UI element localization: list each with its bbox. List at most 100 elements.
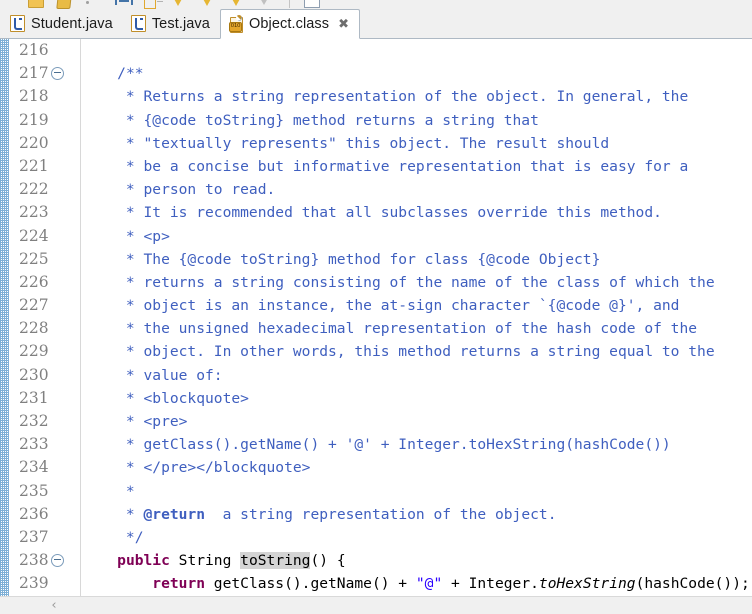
code-line[interactable]: * It is recommended that all subclasses … xyxy=(82,201,752,224)
code-token-cmt: */ xyxy=(82,528,144,546)
code-line[interactable]: public String toString() { xyxy=(82,549,752,572)
code-line-text: * person to read. xyxy=(82,181,275,198)
code-line[interactable]: * "textually represents" this object. Th… xyxy=(82,132,752,155)
open-folder-icon[interactable] xyxy=(28,0,44,8)
line-number-value: 222 xyxy=(19,180,49,199)
code-line[interactable]: return getClass().getName() + "@" + Inte… xyxy=(82,572,752,595)
scroll-left-arrow-icon[interactable]: ‹ xyxy=(48,599,60,612)
code-line[interactable]: * object is an instance, the at-sign cha… xyxy=(82,294,752,317)
code-line-text: * Returns a string representation of the… xyxy=(82,88,688,105)
code-token-cmt: * object is an instance, the at-sign cha… xyxy=(82,297,680,315)
code-line[interactable] xyxy=(82,39,752,62)
line-number-value: 234 xyxy=(19,458,49,477)
coverage-arrow-icon[interactable] xyxy=(231,0,246,8)
editor-tab-object-class[interactable]: 010 Object.class ✖ xyxy=(219,9,361,39)
code-line-text: * xyxy=(82,483,135,500)
code-line[interactable]: * object. In other words, this method re… xyxy=(82,340,752,363)
code-token-plain: String xyxy=(169,552,241,570)
code-line-text: * "textually represents" this object. Th… xyxy=(82,135,609,152)
editor-tab-bar: Student.java Test.java 010 Object.class ✖ xyxy=(0,9,752,39)
code-line[interactable]: */ xyxy=(82,526,752,549)
class-file-icon: 010 xyxy=(228,14,243,33)
code-token-plain: getClass().getName() + xyxy=(205,575,416,593)
code-line[interactable]: * <blockquote> xyxy=(82,387,752,410)
code-line[interactable]: * be a concise but informative represent… xyxy=(82,155,752,178)
line-number: 218 xyxy=(9,85,80,108)
line-number: 226 xyxy=(9,271,80,294)
eclipse-editor-window: Student.java Test.java 010 Object.class ✖ 21… xyxy=(0,0,752,614)
code-token-ital: toHexString xyxy=(538,575,636,593)
code-line[interactable]: * {@code toString} method returns a stri… xyxy=(82,109,752,132)
code-line-text: * @return a string representation of the… xyxy=(82,506,557,523)
dot-icon xyxy=(86,0,101,8)
code-token-cmt: /** xyxy=(117,65,144,83)
code-line[interactable]: * value of: xyxy=(82,364,752,387)
debug-arrow-icon[interactable] xyxy=(202,0,217,8)
code-line-text: * value of: xyxy=(82,367,223,384)
new-java-class-icon[interactable] xyxy=(144,0,159,9)
line-number-value: 238 xyxy=(19,551,49,570)
code-line[interactable]: * The {@code toString} method for class … xyxy=(82,248,752,271)
code-token-kw: return xyxy=(152,575,206,593)
editor-body: 216 217 218 219 220 221 222 223 224 225 226 227 228 2… xyxy=(0,39,752,596)
line-number-value: 227 xyxy=(19,296,49,315)
fold-collapse-icon[interactable] xyxy=(50,553,64,567)
code-token-cmt: * "textually represents" this object. Th… xyxy=(82,134,610,152)
toggle-breadcrumb-icon[interactable] xyxy=(115,0,133,8)
line-number-value: 233 xyxy=(19,435,49,454)
code-line[interactable]: * the unsigned hexadecimal representatio… xyxy=(82,317,752,340)
code-line[interactable]: * getClass().getName() + '@' + Integer.t… xyxy=(82,433,752,456)
line-number: 236 xyxy=(9,503,80,526)
line-number-value: 235 xyxy=(19,481,49,500)
annotation-ruler[interactable] xyxy=(0,39,9,596)
line-number-value: 224 xyxy=(19,226,49,245)
code-token-plain: (hashCode()); xyxy=(635,575,750,593)
code-token-plain: () { xyxy=(310,552,346,570)
code-line-text: */ xyxy=(82,529,144,546)
editor-tab-label: Student.java xyxy=(31,15,113,32)
line-number-value: 229 xyxy=(19,342,49,361)
line-number-value: 219 xyxy=(19,110,49,129)
code-token-cmt: * returns a string consisting of the nam… xyxy=(82,273,715,291)
line-number-value: 236 xyxy=(19,504,49,523)
line-number-value: 220 xyxy=(19,133,49,152)
line-number-value: 237 xyxy=(19,527,49,546)
code-line[interactable]: * returns a string consisting of the nam… xyxy=(82,271,752,294)
line-number-value: 216 xyxy=(19,41,49,59)
code-line-text: * {@code toString} method returns a stri… xyxy=(82,112,539,129)
line-number: 224 xyxy=(9,225,80,248)
code-token-cmt: * getClass().getName() + '@' + Integer.t… xyxy=(82,436,671,454)
save-icon[interactable] xyxy=(56,0,72,9)
grey-arrow-icon[interactable] xyxy=(260,0,275,8)
editor-tab-test-java[interactable]: Test.java xyxy=(123,9,220,38)
code-line[interactable]: * person to read. xyxy=(82,178,752,201)
code-line[interactable]: * </pre></blockquote> xyxy=(82,456,752,479)
line-number-value: 217 xyxy=(19,64,49,83)
line-number-ruler[interactable]: 216 217 218 219 220 221 222 223 224 225 226 227 228 2… xyxy=(9,39,81,596)
code-token-cmt: * value of: xyxy=(82,366,223,384)
code-line[interactable]: /** xyxy=(82,62,752,85)
code-line-text: /** xyxy=(82,65,144,83)
scrollbar-thumb[interactable] xyxy=(62,599,702,612)
editor-tab-label: Test.java xyxy=(151,15,210,32)
code-token-str: "@" xyxy=(415,575,443,593)
code-token-cmt: * object. In other words, this method re… xyxy=(82,343,715,361)
code-line[interactable]: * @return a string representation of the… xyxy=(82,503,752,526)
run-arrow-icon[interactable] xyxy=(173,0,188,8)
fold-collapse-icon[interactable] xyxy=(50,66,64,80)
code-line[interactable]: * xyxy=(82,480,752,503)
line-number: 222 xyxy=(9,178,80,201)
new-window-icon[interactable] xyxy=(304,0,320,8)
code-token-cmt: * the unsigned hexadecimal representatio… xyxy=(82,320,698,338)
code-line[interactable]: * <pre> xyxy=(82,410,752,433)
close-icon[interactable]: ✖ xyxy=(338,18,349,31)
line-number: 230 xyxy=(9,364,80,387)
line-number: 223 xyxy=(9,201,80,224)
editor-tab-student-java[interactable]: Student.java xyxy=(2,9,123,38)
code-line[interactable]: * <p> xyxy=(82,225,752,248)
line-number: 219 xyxy=(9,109,80,132)
source-code-viewport[interactable]: /** * Returns a string representation of… xyxy=(82,39,752,596)
line-number: 231 xyxy=(9,387,80,410)
code-line[interactable]: * Returns a string representation of the… xyxy=(82,85,752,108)
horizontal-scrollbar[interactable]: ‹ xyxy=(0,596,752,614)
